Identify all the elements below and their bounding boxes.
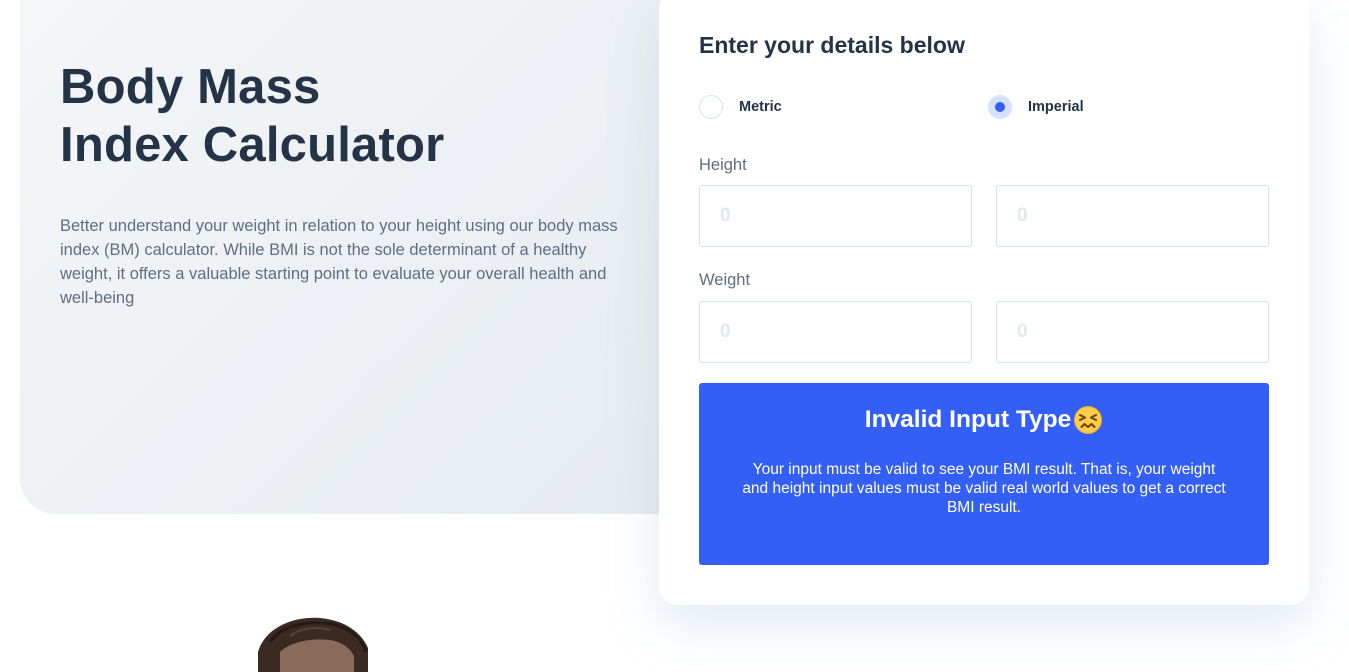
result-title-text: Invalid Input Type [864,406,1072,433]
result-panel: Invalid Input Type Your input must be va… [699,383,1269,565]
page-title-line-1: Body Mass [60,60,321,114]
confounded-face-emoji-icon [1074,406,1103,434]
metric-radio-option[interactable]: Metric [699,95,782,119]
weight-label: Weight [699,271,751,289]
height-feet-input[interactable] [699,185,972,247]
page-title: Body Mass Index Calculator [60,58,444,174]
metric-radio-button[interactable] [699,95,723,119]
imperial-radio-option[interactable]: Imperial [988,95,1084,119]
form-title: Enter your details below [699,32,965,58]
metric-radio-label: Metric [739,99,782,115]
weight-stones-input[interactable] [699,301,972,363]
imperial-radio-label: Imperial [1028,99,1084,115]
calculator-card: Enter your details below Metric Imperial… [659,0,1309,605]
result-heading: Invalid Input Type [699,405,1269,435]
person-image [258,617,368,672]
weight-pounds-input[interactable] [996,301,1269,363]
imperial-radio-button[interactable] [988,95,1012,119]
result-message: Your input must be valid to see your BMI… [742,461,1226,516]
height-inches-input[interactable] [996,185,1269,247]
height-label: Height [699,156,747,174]
page-title-line-2: Index Calculator [60,118,445,172]
intro-description: Better understand your weight in relatio… [60,217,618,307]
